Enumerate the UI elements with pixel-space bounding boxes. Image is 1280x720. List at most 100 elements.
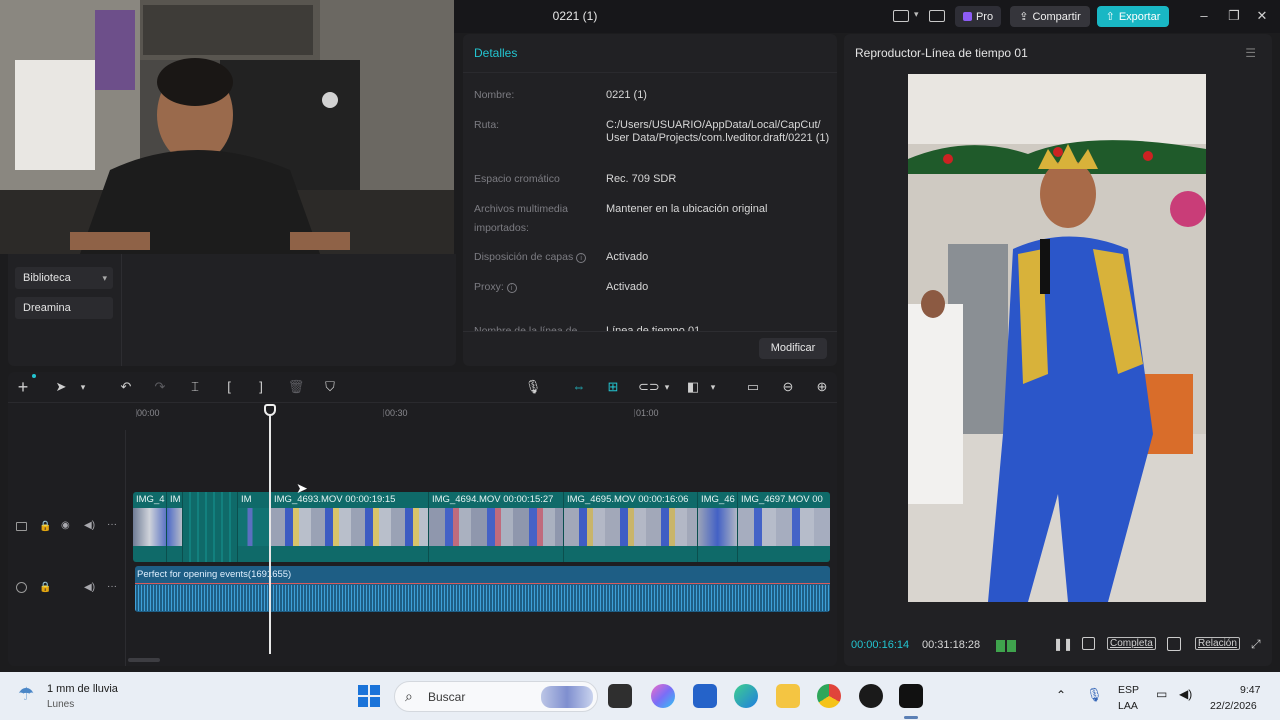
eye-icon[interactable]: ◉ bbox=[61, 520, 70, 531]
video-clip[interactable]: IMG_46 bbox=[698, 492, 738, 562]
recording-app-icon[interactable] bbox=[859, 684, 883, 708]
copilot-icon[interactable] bbox=[651, 684, 675, 708]
more-icon[interactable]: ··· bbox=[107, 519, 117, 530]
microphone-icon[interactable]: 🎙 bbox=[524, 378, 542, 396]
split-icon[interactable]: ⌶ bbox=[186, 378, 204, 396]
video-clip[interactable]: IM bbox=[238, 492, 271, 562]
file-explorer-icon[interactable] bbox=[776, 684, 800, 708]
taskbar-search[interactable]: ⌕ Buscar bbox=[394, 681, 598, 712]
share-button[interactable]: ⇪ Compartir bbox=[1010, 6, 1090, 27]
fullscreen-icon[interactable]: ⤢ bbox=[1251, 637, 1261, 652]
video-clip[interactable]: IMG_4695.MOV 00:00:16:06 bbox=[564, 492, 698, 562]
clock-icon[interactable] bbox=[16, 582, 27, 593]
trim-right-icon[interactable]: ] bbox=[252, 378, 270, 396]
chevron-down-icon[interactable]: ▾ bbox=[74, 378, 92, 396]
playhead-handle[interactable] bbox=[264, 404, 276, 416]
network-icon[interactable]: ▭ bbox=[1156, 687, 1167, 701]
language-bottom[interactable]: LAA bbox=[1118, 700, 1138, 712]
info-icon[interactable]: i bbox=[506, 283, 517, 293]
video-clip[interactable] bbox=[183, 492, 238, 562]
panel-divider bbox=[121, 254, 122, 366]
complete-button[interactable]: Completa bbox=[1107, 637, 1156, 650]
zoom-out-icon[interactable]: ⊖ bbox=[779, 378, 797, 396]
ruler-tick bbox=[634, 409, 635, 417]
keyboard-icon[interactable] bbox=[929, 10, 945, 22]
video-clip[interactable]: IM bbox=[167, 492, 183, 562]
ruler-tick bbox=[383, 409, 384, 417]
video-clip[interactable]: IMG_4 bbox=[133, 492, 167, 562]
info-icon[interactable]: i bbox=[576, 253, 587, 263]
crop-icon[interactable] bbox=[1167, 637, 1181, 651]
share-label: Compartir bbox=[1032, 10, 1081, 23]
preview-axis-icon[interactable]: ◧ bbox=[684, 378, 702, 396]
fit-icon[interactable] bbox=[1082, 637, 1095, 650]
add-icon[interactable]: + bbox=[14, 378, 32, 396]
menu-icon[interactable]: ☰ bbox=[1245, 46, 1256, 60]
minimize-icon[interactable]: – bbox=[1196, 8, 1212, 24]
modify-button[interactable]: Modificar bbox=[759, 338, 827, 359]
clock-time[interactable]: 9:47 bbox=[1240, 684, 1260, 696]
video-clip[interactable]: IMG_4693.MOV 00:00:19:15 bbox=[271, 492, 429, 562]
store-icon[interactable] bbox=[693, 684, 717, 708]
cover-icon[interactable] bbox=[16, 522, 27, 531]
delete-icon[interactable]: 🗑 bbox=[287, 378, 305, 396]
path-value: C:/Users/USUARIO/AppData/Local/CapCut/ U… bbox=[606, 119, 830, 144]
microphone-icon[interactable]: 🎙 bbox=[1086, 687, 1103, 703]
sidebar-item-dreamina[interactable]: Dreamina bbox=[15, 297, 113, 319]
link-icon[interactable]: ⊂⊃ bbox=[638, 378, 660, 396]
volume-line[interactable] bbox=[135, 583, 830, 584]
sidebar-item-library[interactable]: Biblioteca ▾ bbox=[15, 267, 113, 289]
chevron-down-icon[interactable]: ▾ bbox=[658, 378, 676, 396]
shield-icon[interactable]: ⛉ bbox=[321, 378, 339, 396]
ratio-button[interactable]: Relación bbox=[1195, 637, 1240, 650]
speaker-icon[interactable]: ◀) bbox=[84, 582, 95, 593]
edge-icon[interactable] bbox=[734, 684, 758, 708]
maximize-icon[interactable]: ❐ bbox=[1226, 8, 1242, 24]
capcut-icon[interactable] bbox=[899, 684, 923, 708]
video-clip[interactable]: IMG_4694.MOV 00:00:15:27 bbox=[429, 492, 564, 562]
task-view-icon[interactable] bbox=[608, 684, 632, 708]
layout-icon[interactable] bbox=[893, 10, 909, 22]
pause-icon[interactable]: ❚❚ bbox=[1053, 637, 1073, 651]
clip-label: IMG_4697.MOV 00 bbox=[741, 494, 823, 505]
undo-icon[interactable]: ↶ bbox=[117, 378, 135, 396]
pro-button[interactable]: Pro bbox=[955, 6, 1001, 27]
proxy-value: Activado bbox=[606, 281, 649, 293]
chevron-up-icon[interactable]: ⌃ bbox=[1056, 688, 1066, 702]
chrome-icon[interactable] bbox=[817, 684, 841, 708]
lock-icon[interactable]: 🔒 bbox=[39, 582, 51, 593]
horizontal-scrollbar[interactable] bbox=[128, 658, 160, 662]
close-icon[interactable]: ✕ bbox=[1254, 8, 1270, 24]
rain-cloud-icon[interactable]: ☂ bbox=[18, 684, 34, 705]
video-preview[interactable] bbox=[908, 74, 1206, 602]
clip-thumbnail bbox=[167, 508, 182, 546]
more-icon[interactable]: ··· bbox=[107, 581, 117, 592]
divider bbox=[125, 430, 126, 666]
chevron-down-icon[interactable]: ▾ bbox=[914, 9, 919, 20]
language-top[interactable]: ESP bbox=[1118, 684, 1139, 696]
ruler-label: 00:00 bbox=[137, 408, 160, 418]
magnet-link-icon[interactable]: ⇔ bbox=[570, 378, 588, 396]
redo-icon[interactable]: ↷ bbox=[151, 378, 169, 396]
auto-snap-icon[interactable]: ⊞ bbox=[604, 378, 622, 396]
playhead[interactable] bbox=[269, 410, 271, 654]
video-clip[interactable]: IMG_4697.MOV 00 bbox=[738, 492, 830, 562]
sidebar-item-label: Biblioteca bbox=[23, 272, 71, 284]
export-button[interactable]: ⇧ Exportar bbox=[1097, 6, 1169, 27]
windows-start-icon[interactable] bbox=[358, 685, 380, 707]
trim-left-icon[interactable]: [ bbox=[220, 378, 238, 396]
color-space-label: Espacio cromático bbox=[474, 173, 560, 185]
volume-icon[interactable]: ◀) bbox=[1179, 687, 1192, 701]
zoom-in-icon[interactable]: ⊕ bbox=[813, 378, 831, 396]
chevron-down-icon[interactable]: ▾ bbox=[704, 378, 722, 396]
weather-text[interactable]: 1 mm de lluvia bbox=[47, 683, 118, 695]
lock-icon[interactable]: 🔒 bbox=[39, 521, 51, 532]
caption-icon[interactable]: ▭ bbox=[744, 378, 762, 396]
ruler-label: 00:30 bbox=[385, 408, 408, 418]
speaker-icon[interactable]: ◀) bbox=[84, 520, 95, 531]
select-cursor-icon[interactable]: ➤ bbox=[52, 378, 70, 396]
clock-date[interactable]: 22/2/2026 bbox=[1210, 700, 1257, 712]
audio-track[interactable]: Perfect for opening events(1691655) bbox=[135, 566, 830, 612]
video-track[interactable]: IMG_4 IM IM IMG_4693.MOV 00:00:19:15 IMG… bbox=[133, 492, 830, 562]
clip-thumbnail bbox=[564, 508, 697, 546]
